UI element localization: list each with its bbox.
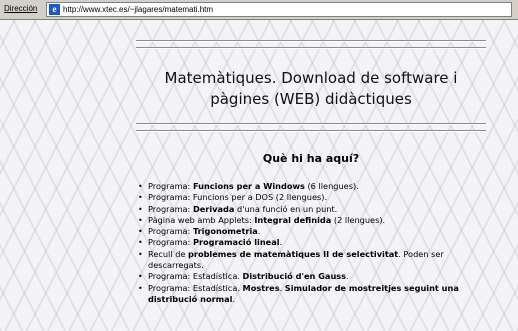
- item-link[interactable]: problemes de matemàtiques II de selectiv…: [188, 249, 398, 259]
- item-link[interactable]: Programació lineal: [193, 237, 280, 247]
- address-label: Dirección: [4, 4, 38, 13]
- page-icon: e: [49, 4, 60, 15]
- divider: [136, 130, 486, 132]
- web-page: Matemàtiques. Download de software i pàg…: [0, 20, 518, 331]
- item-link[interactable]: Distribució d'en Gauss: [243, 271, 346, 281]
- section-heading: Què hi ha aquí?: [262, 152, 360, 165]
- item-link[interactable]: Derivada: [193, 204, 234, 214]
- list-item: Programa: Trigonometria.: [138, 226, 496, 238]
- list-item: Recull de problemes de matemàtiques II d…: [138, 249, 496, 272]
- item-link[interactable]: Trigonometria: [193, 226, 258, 236]
- content-list: Programa: Funcions per a Windows (6 llen…: [136, 181, 496, 305]
- divider: [136, 123, 486, 125]
- list-item: Programa: Funcions per a Windows (6 llen…: [138, 181, 496, 193]
- item-link[interactable]: Mostres: [243, 283, 280, 293]
- list-item: Programa: Derivada d'una funció en un pu…: [138, 204, 496, 216]
- item-link[interactable]: Funcions per a Windows: [193, 181, 305, 191]
- address-url[interactable]: http://www.xtec.es/~jlagares/matemati.ht…: [63, 5, 213, 14]
- address-bar: Dirección e http://www.xtec.es/~jlagares…: [0, 0, 518, 20]
- address-input[interactable]: e http://www.xtec.es/~jlagares/matemati.…: [46, 2, 512, 17]
- list-item: Programa: Funcions per a DOS (2 llengues…: [138, 192, 496, 204]
- divider: [136, 47, 486, 49]
- list-item: Programa: Estadística. Distribució d'en …: [138, 271, 496, 283]
- list-item: Programa: Programació lineal.: [138, 237, 496, 249]
- list-item: Pàgina web amb Applets: Integral definid…: [138, 215, 496, 227]
- page-title: Matemàtiques. Download de software i pàg…: [164, 69, 458, 108]
- divider: [136, 40, 486, 42]
- item-link[interactable]: Integral definida: [254, 215, 331, 225]
- list-item: Programa: Estadística. Mostres. Simulado…: [138, 283, 496, 306]
